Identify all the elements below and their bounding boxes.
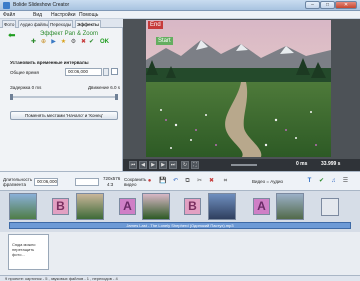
- tab-audio[interactable]: Аудио файлы: [18, 20, 51, 28]
- effect-title: Эффект Pan & Zoom: [40, 31, 98, 37]
- title-bar: Bolide Slideshow Creator – □ ✕: [0, 0, 360, 11]
- audio-track[interactable]: James Last - The Lonely Shepherd (Одинок…: [9, 222, 351, 229]
- timeline-transition-1[interactable]: B: [52, 198, 69, 215]
- timeline-empty-slot[interactable]: [321, 198, 339, 216]
- total-duration: 33.999 s: [321, 161, 341, 167]
- check-icon[interactable]: ✔: [318, 178, 325, 185]
- menu-file[interactable]: Файл: [3, 12, 15, 18]
- timeline-photo-5[interactable]: [276, 193, 304, 220]
- close-button[interactable]: ✕: [335, 1, 357, 9]
- aspect-label: 4:3: [107, 182, 114, 187]
- undo-icon[interactable]: ↶: [172, 178, 179, 185]
- tab-bar: Фото Аудио файлы Переходы Эффекты: [0, 19, 123, 28]
- fullscreen-icon[interactable]: ⛶: [191, 161, 199, 169]
- tab-photos[interactable]: Фото: [2, 20, 17, 28]
- play-icon[interactable]: ▶: [149, 161, 157, 169]
- add-icon[interactable]: ✚: [30, 39, 37, 46]
- effect-header: ⬅ Эффект Pan & Zoom ✚ ⊕ ▶ ★ ⚙ ✖ ✔ OK: [2, 30, 121, 48]
- window-title: Bolide Slideshow Creator: [13, 2, 70, 8]
- delete-icon[interactable]: ✖: [80, 39, 87, 46]
- settings-icon[interactable]: ⚙: [70, 39, 77, 46]
- save-icon[interactable]: 💾: [159, 178, 166, 185]
- drop-area: Сюда можно перетащить фото...: [0, 232, 360, 275]
- timeline-photo-3[interactable]: [142, 193, 170, 220]
- maximize-button[interactable]: □: [320, 1, 335, 9]
- volume-slider[interactable]: [231, 164, 257, 166]
- preview-area: End Start: [123, 19, 360, 159]
- end-frame-tag[interactable]: End: [148, 21, 163, 29]
- mountain-meadow-image: [146, 20, 331, 157]
- delete-icon[interactable]: ✖: [208, 178, 215, 185]
- video-audio-label[interactable]: Видео = Аудио: [252, 179, 283, 184]
- app-icon: [3, 2, 10, 9]
- duration-label: Длительность фрагмента: [3, 177, 33, 187]
- tab-effects[interactable]: Эффекты: [75, 20, 101, 28]
- transport-bar: ⏮ ◀ ▶ ▶ ⏭ ↻ ⛶ 0 ms 33.999 s: [123, 159, 360, 171]
- timeline-strip: B A B A James Last - The Lonely Shepherd…: [0, 191, 360, 232]
- swap-start-end-button[interactable]: Поменять местами 'Начало' и 'Конец': [10, 111, 118, 120]
- left-panel: Фото Аудио файлы Переходы Эффекты ⬅ Эффе…: [0, 19, 123, 171]
- delay-label: Задержка 0 ms: [10, 85, 42, 90]
- menu-help[interactable]: Помощь: [79, 12, 98, 18]
- menu-settings[interactable]: Настройки: [51, 12, 76, 18]
- total-time-spinner[interactable]: [103, 68, 109, 76]
- current-time: 0 ms: [296, 161, 308, 167]
- skip-forward-icon[interactable]: ⏭: [169, 161, 177, 169]
- timeline-transition-2[interactable]: A: [119, 198, 136, 215]
- cut-icon[interactable]: ✂: [196, 178, 203, 185]
- skip-back-icon[interactable]: ⏮: [129, 161, 137, 169]
- loop-icon[interactable]: ↻: [181, 161, 189, 169]
- copy-icon[interactable]: ⧉: [184, 178, 191, 185]
- intervals-title: Установить временные интервалы: [10, 60, 89, 65]
- back-arrow-icon[interactable]: ⬅: [8, 31, 16, 40]
- step-back-icon[interactable]: ◀: [139, 161, 147, 169]
- timeline-photo-1[interactable]: [9, 193, 37, 220]
- text-icon[interactable]: T: [306, 178, 313, 185]
- record-icon[interactable]: ●: [146, 178, 153, 185]
- duration-input[interactable]: 00:06,000: [34, 178, 58, 186]
- step-forward-icon[interactable]: ▶: [159, 161, 167, 169]
- timeline-transition-4[interactable]: A: [253, 198, 270, 215]
- menu-bar: Файл Вид Настройки Помощь: [0, 11, 360, 19]
- total-time-input[interactable]: 00:06,000: [65, 68, 102, 76]
- preview-image: End Start: [146, 20, 331, 157]
- zoom-in-icon[interactable]: ⊕: [40, 39, 47, 46]
- ok-button[interactable]: OK: [100, 39, 109, 45]
- timeline-toolbar: Длительность фрагмента 00:06,000 720x576…: [0, 171, 360, 191]
- timeline-photo-4[interactable]: [208, 193, 236, 220]
- start-frame-tag[interactable]: Start: [156, 37, 173, 45]
- delay-thumb[interactable]: [10, 94, 13, 100]
- drop-hint-box[interactable]: Сюда можно перетащить фото...: [8, 234, 49, 270]
- total-time-label: Общее время: [10, 70, 39, 75]
- star-icon[interactable]: ★: [60, 39, 67, 46]
- duration-select[interactable]: [75, 178, 99, 186]
- crop-icon[interactable]: ⌗: [222, 178, 229, 185]
- list-icon[interactable]: ☰: [342, 178, 349, 185]
- minimize-button[interactable]: –: [305, 1, 320, 9]
- menu-view[interactable]: Вид: [33, 12, 42, 18]
- confirm-icon[interactable]: ✔: [88, 39, 95, 46]
- motion-thumb[interactable]: [115, 94, 118, 100]
- timeline-transition-3[interactable]: B: [184, 198, 201, 215]
- slider-track: [10, 96, 118, 98]
- status-bar: 9 проекте: картинок - 5 , звуковых файло…: [0, 275, 360, 281]
- resolution-label: 720x576: [103, 176, 121, 181]
- total-time-checkbox[interactable]: [111, 68, 118, 75]
- status-text: 9 проекте: картинок - 5 , звуковых файло…: [5, 276, 118, 281]
- play-icon[interactable]: ▶: [50, 39, 57, 46]
- timeline-photo-2[interactable]: [76, 193, 104, 220]
- motion-label: Движение 6.0 s: [88, 85, 120, 90]
- tab-transitions[interactable]: Переходы: [48, 20, 74, 28]
- music-icon[interactable]: ♫: [330, 178, 337, 185]
